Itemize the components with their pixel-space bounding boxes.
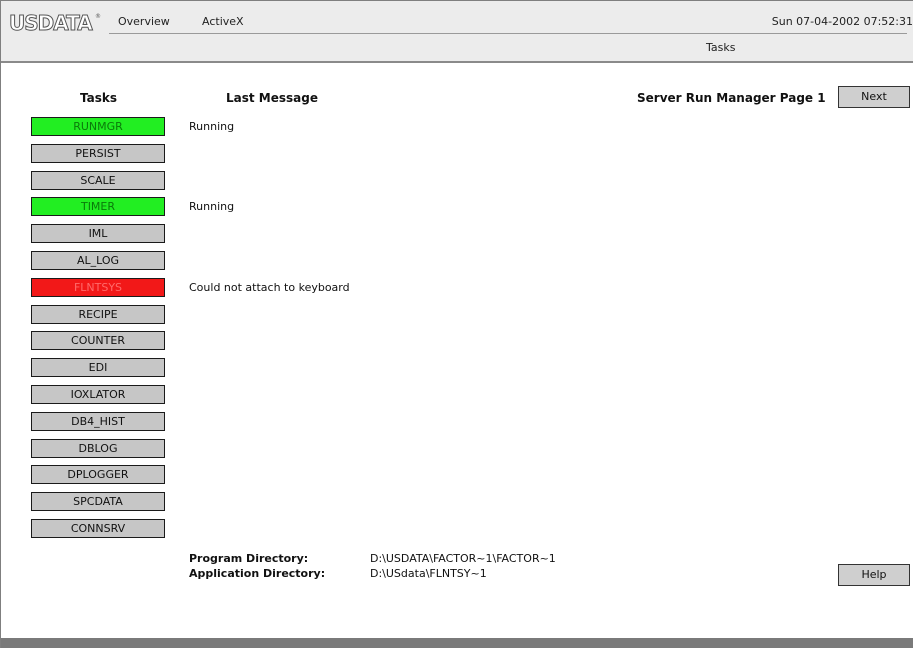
task-button-scale[interactable]: SCALE	[31, 171, 165, 190]
registered-mark-icon: ®	[95, 13, 101, 20]
task-button-connsrv[interactable]: CONNSRV	[31, 519, 165, 538]
task-button-al-log[interactable]: AL_LOG	[31, 251, 165, 270]
task-button-edi[interactable]: EDI	[31, 358, 165, 377]
task-button-counter[interactable]: COUNTER	[31, 331, 165, 350]
next-button[interactable]: Next	[838, 86, 910, 108]
task-button-flntsys[interactable]: FLNTSYS	[31, 278, 165, 297]
program-directory-value: D:\USDATA\FACTOR~1\FACTOR~1	[370, 552, 556, 565]
datetime-display: Sun 07-04-2002 07:52:31	[771, 15, 913, 28]
page-title: Server Run Manager Page 1	[637, 91, 826, 105]
logo-text: USDATA	[9, 11, 94, 36]
nav-divider	[109, 33, 907, 34]
task-button-db4-hist[interactable]: DB4_HIST	[31, 412, 165, 431]
task-button-spcdata[interactable]: SPCDATA	[31, 492, 165, 511]
footer-bar	[1, 638, 913, 648]
tab-tasks[interactable]: Tasks	[706, 41, 735, 54]
nav-activex[interactable]: ActiveX	[202, 15, 244, 28]
header-bar: USDATA ® Overview ActiveX Sun 07-04-2002…	[1, 1, 913, 63]
task-message: Could not attach to keyboard	[189, 281, 350, 294]
tasks-column-header: Tasks	[80, 91, 118, 105]
application-directory-value: D:\USdata\FLNTSY~1	[370, 567, 487, 580]
task-button-recipe[interactable]: RECIPE	[31, 305, 165, 324]
task-message: Running	[189, 120, 235, 133]
task-button-dplogger[interactable]: DPLOGGER	[31, 465, 165, 484]
task-button-iml[interactable]: IML	[31, 224, 165, 243]
task-button-ioxlator[interactable]: IOXLATOR	[31, 385, 165, 404]
program-directory-label: Program Directory:	[189, 552, 309, 565]
task-button-dblog[interactable]: DBLOG	[31, 439, 165, 458]
task-button-persist[interactable]: PERSIST	[31, 144, 165, 163]
task-button-timer[interactable]: TIMER	[31, 197, 165, 216]
task-button-runmgr[interactable]: RUNMGR	[31, 117, 165, 136]
application-directory-label: Application Directory:	[189, 567, 326, 580]
last-message-column-header: Last Message	[226, 91, 318, 105]
task-message: Running	[189, 200, 235, 213]
help-button[interactable]: Help	[838, 564, 910, 586]
usdata-logo[interactable]: USDATA ®	[9, 11, 101, 37]
nav-overview[interactable]: Overview	[118, 15, 170, 28]
